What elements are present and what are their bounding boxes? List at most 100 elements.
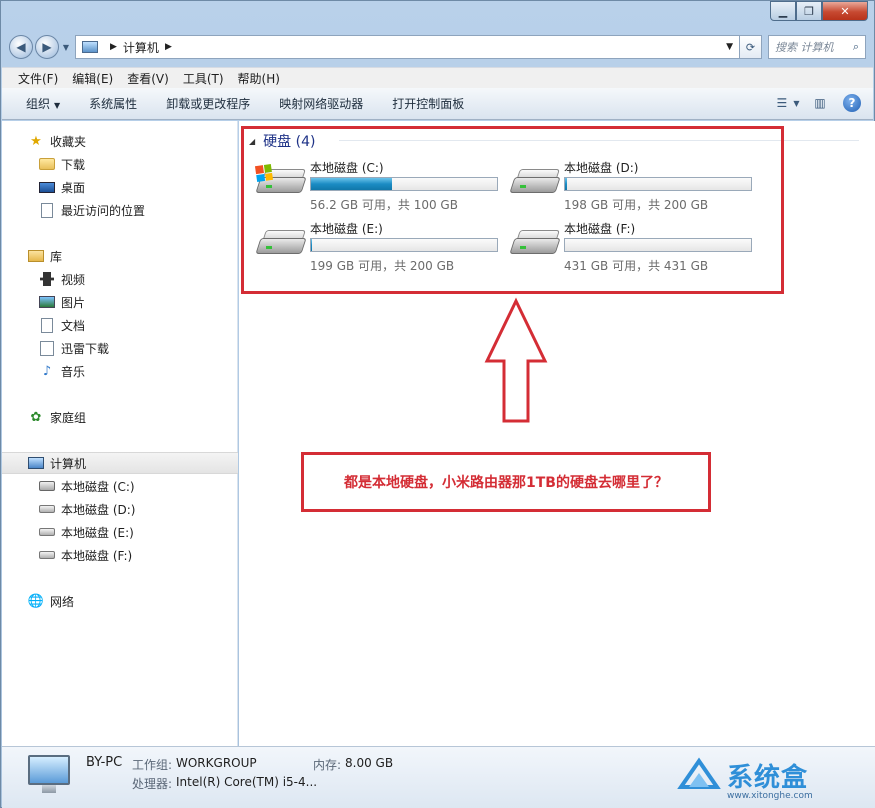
- view-options-icon: ☰: [776, 96, 788, 110]
- address-dropdown-icon[interactable]: ▼: [726, 42, 733, 52]
- sidebar-item-favorites[interactable]: ★ 收藏夹: [2, 130, 238, 152]
- computer-icon: [28, 455, 44, 471]
- recent-places-icon: [39, 202, 55, 218]
- sidebar-item-network[interactable]: 🌐 网络: [2, 590, 238, 612]
- sidebar-item-drive-d[interactable]: 本地磁盘 (D:): [2, 498, 238, 520]
- document-icon: [39, 317, 55, 333]
- menu-view[interactable]: 查看(V): [127, 70, 169, 87]
- sidebar-item-label: 视频: [61, 272, 86, 287]
- menu-edit[interactable]: 编辑(E): [72, 70, 113, 87]
- navigation-pane: ★ 收藏夹 下载 桌面 最近访问的位置 库 视频 图片 文档 迅雷下载 ♪ 音乐…: [2, 121, 238, 746]
- forward-button[interactable]: ▶: [35, 35, 59, 59]
- details-pane: BY-PC 工作组: WORKGROUP 内存: 8.00 GB 处理器: In…: [2, 746, 875, 808]
- chevron-right-icon[interactable]: ▶: [165, 42, 172, 52]
- folder-icon: [39, 156, 55, 172]
- minimize-button[interactable]: ▁: [770, 1, 796, 21]
- desktop-icon: [39, 179, 55, 195]
- pc-name: BY-PC: [86, 755, 123, 770]
- view-controls: ☰ ▼ ▥ ?: [776, 94, 861, 112]
- star-icon: ★: [30, 133, 42, 149]
- chevron-down-icon: ▼: [54, 101, 61, 110]
- workgroup-value: WORKGROUP: [176, 756, 257, 770]
- picture-icon: [39, 294, 55, 310]
- maximize-button[interactable]: ❐: [796, 1, 822, 21]
- address-row: ◀ ▶ ▼ ▶ 计算机 ▶ ▼ ⟳ 搜索 计算机 ⌕: [9, 33, 866, 61]
- cpu-label: 处理器:: [132, 777, 173, 791]
- search-placeholder: 搜索 计算机: [775, 41, 834, 54]
- sidebar-item-drive-c[interactable]: 本地磁盘 (C:): [2, 475, 238, 497]
- watermark-text: 系统盒: [727, 763, 809, 793]
- sidebar-item-videos[interactable]: 视频: [2, 268, 238, 290]
- back-button[interactable]: ◀: [9, 35, 33, 59]
- help-icon[interactable]: ?: [843, 94, 861, 112]
- sidebar-item-drive-f[interactable]: 本地磁盘 (F:): [2, 544, 238, 566]
- computer-icon: [82, 41, 98, 53]
- sidebar-item-label: 图片: [61, 295, 86, 310]
- sidebar-item-label: 计算机: [50, 456, 87, 471]
- sidebar-item-label: 库: [50, 249, 63, 264]
- caption-buttons: ▁ ❐ ✕: [770, 1, 868, 21]
- watermark-url: www.xitonghe.com: [727, 791, 813, 801]
- organize-label: 组织: [26, 97, 51, 111]
- refresh-button[interactable]: ⟳: [740, 35, 762, 59]
- preview-pane-button[interactable]: ▥: [811, 94, 829, 112]
- menu-file[interactable]: 文件(F): [18, 70, 58, 87]
- uninstall-program-button[interactable]: 卸载或更改程序: [166, 95, 250, 112]
- address-bar[interactable]: ▶ 计算机 ▶ ▼: [75, 35, 740, 59]
- sidebar-item-pictures[interactable]: 图片: [2, 291, 238, 313]
- watermark-logo-icon: [677, 757, 721, 789]
- sidebar-item-downloads[interactable]: 下载: [2, 153, 238, 175]
- highlight-box: [241, 126, 784, 294]
- system-properties-button[interactable]: 系统属性: [89, 95, 137, 112]
- breadcrumb-computer[interactable]: 计算机: [123, 39, 159, 56]
- change-view-button[interactable]: ☰ ▼: [776, 94, 800, 112]
- homegroup-icon: ✿: [30, 409, 42, 425]
- preview-pane-icon: ▥: [814, 96, 826, 110]
- annotation-text: 都是本地硬盘，小米路由器那1TB的硬盘去哪里了？: [344, 475, 668, 491]
- sidebar-item-desktop[interactable]: 桌面: [2, 176, 238, 198]
- sidebar-item-music[interactable]: ♪ 音乐: [2, 360, 238, 382]
- open-control-panel-button[interactable]: 打开控制面板: [392, 95, 464, 112]
- download-folder-icon: [39, 340, 55, 356]
- command-bar: 组织 ▼ 系统属性 卸载或更改程序 映射网络驱动器 打开控制面板 ☰ ▼ ▥ ?: [2, 88, 873, 120]
- sidebar-item-documents[interactable]: 文档: [2, 314, 238, 336]
- map-network-drive-button[interactable]: 映射网络驱动器: [279, 95, 363, 112]
- cpu-value: Intel(R) Core(TM) i5-4...: [176, 775, 318, 789]
- sidebar-item-recent[interactable]: 最近访问的位置: [2, 199, 238, 221]
- video-icon: [39, 271, 55, 287]
- sidebar-item-label: 家庭组: [50, 410, 87, 425]
- back-arrow-icon: ◀: [16, 40, 26, 54]
- recent-pages-dropdown[interactable]: ▼: [61, 43, 71, 52]
- sidebar-item-drive-e[interactable]: 本地磁盘 (E:): [2, 521, 238, 543]
- sidebar-item-xunlei[interactable]: 迅雷下载: [2, 337, 238, 359]
- drive-icon: [39, 524, 55, 540]
- workgroup-label: 工作组:: [132, 758, 173, 772]
- search-input[interactable]: 搜索 计算机 ⌕: [768, 35, 866, 59]
- sidebar-item-label: 迅雷下载: [61, 341, 110, 356]
- sidebar-item-label: 音乐: [61, 364, 86, 379]
- drive-icon: [39, 501, 55, 517]
- sidebar-item-label: 本地磁盘 (C:): [61, 479, 135, 494]
- menu-tools[interactable]: 工具(T): [183, 70, 224, 87]
- memory-label: 内存:: [313, 758, 342, 772]
- menu-help[interactable]: 帮助(H): [238, 70, 280, 87]
- chevron-right-icon[interactable]: ▶: [110, 42, 117, 52]
- sidebar-item-homegroup[interactable]: ✿ 家庭组: [2, 406, 238, 428]
- sidebar-item-label: 本地磁盘 (D:): [61, 502, 136, 517]
- menu-bar: 文件(F) 编辑(E) 查看(V) 工具(T) 帮助(H): [2, 67, 873, 88]
- sidebar-item-label: 下载: [61, 157, 86, 172]
- drive-icon: [39, 547, 55, 563]
- sidebar-item-label: 网络: [50, 594, 75, 609]
- organize-button[interactable]: 组织 ▼: [26, 95, 60, 112]
- computer-monitor-icon: [28, 755, 72, 795]
- chevron-down-icon: ▼: [793, 98, 800, 108]
- search-icon: ⌕: [852, 40, 859, 53]
- sidebar-item-label: 收藏夹: [50, 134, 87, 149]
- close-button[interactable]: ✕: [822, 1, 868, 21]
- sidebar-item-label: 本地磁盘 (F:): [61, 548, 133, 563]
- sidebar-item-label: 文档: [61, 318, 86, 333]
- library-icon: [28, 248, 44, 264]
- sidebar-item-libraries[interactable]: 库: [2, 245, 238, 267]
- sidebar-item-computer[interactable]: 计算机: [2, 452, 238, 474]
- music-note-icon: ♪: [42, 363, 52, 379]
